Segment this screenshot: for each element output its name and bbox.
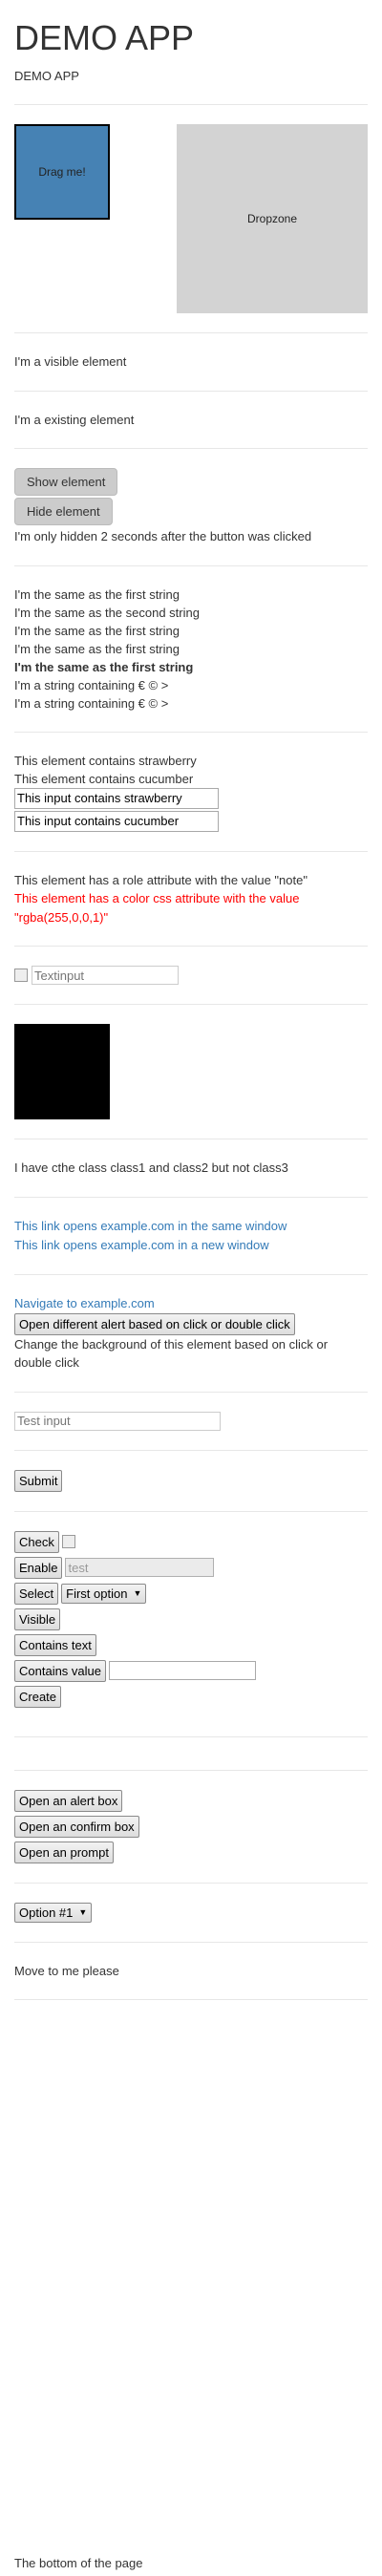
divider: [14, 1999, 368, 2001]
divider: [14, 1004, 368, 1006]
visible-element: I'm a visible element: [14, 354, 127, 370]
option-select-value: Option #1: [19, 1905, 74, 1920]
page-subtitle: DEMO APP: [14, 68, 79, 83]
divider: [14, 1391, 368, 1393]
divider: [14, 946, 368, 947]
enable-input[interactable]: [65, 1558, 215, 1578]
divider: [14, 104, 368, 106]
draggable-box[interactable]: Drag me!: [14, 124, 110, 221]
prompt-row: Open an prompt: [14, 1841, 368, 1863]
textinput-field[interactable]: [32, 966, 179, 986]
new-window-link[interactable]: This link opens example.com in a new win…: [14, 1236, 368, 1255]
enable-button[interactable]: Enable: [14, 1556, 63, 1579]
divider: [14, 448, 368, 450]
divider: [14, 1449, 368, 1451]
color-attribute-text: This element has a color css attribute w…: [14, 891, 300, 925]
dropzone-label: Dropzone: [246, 212, 298, 226]
divider: [14, 1941, 368, 1943]
check-button[interactable]: Check: [14, 1530, 59, 1553]
select-row: Select First option ▼: [14, 1582, 368, 1605]
divider: [14, 332, 368, 334]
move-target-text[interactable]: Move to me please: [14, 1962, 368, 1981]
submit-button[interactable]: Submit: [14, 1469, 63, 1492]
chevron-down-icon: ▼: [133, 1587, 142, 1598]
classes-text: I have cthe class class1 and class2 but …: [14, 1160, 288, 1176]
options-select-value: First option: [66, 1586, 128, 1601]
divider: [14, 390, 368, 392]
chevron-down-icon: ▼: [78, 1906, 88, 1917]
divider: [14, 1196, 368, 1198]
test-input[interactable]: [14, 1411, 221, 1431]
textinput-checkbox[interactable]: [14, 969, 28, 983]
page-title: DEMO APP: [14, 18, 195, 57]
change-background-text[interactable]: Change the background of this element ba…: [14, 1335, 368, 1373]
confirm-row: Open an confirm box: [14, 1815, 368, 1838]
options-select[interactable]: First option ▼: [61, 1583, 147, 1604]
show-element-button[interactable]: Show element: [14, 468, 118, 497]
string-item: I'm the same as the second string: [14, 605, 200, 620]
option-select[interactable]: Option #1 ▼: [14, 1902, 93, 1923]
string-item: I'm the same as the first string: [14, 623, 180, 638]
divider: [14, 1273, 368, 1275]
divider: [14, 564, 368, 566]
create-row: Create: [14, 1685, 368, 1708]
divider: [14, 1510, 368, 1512]
enable-row: Enable: [14, 1556, 368, 1579]
contains-value-button[interactable]: Contains value: [14, 1659, 106, 1682]
visible-row: Visible: [14, 1607, 368, 1630]
drag-and-drop-area: Drag me! Dropzone: [14, 124, 368, 314]
contains-text-row: Contains text: [14, 1633, 368, 1656]
check-row: Check: [14, 1530, 368, 1553]
divider: [14, 850, 368, 852]
create-button[interactable]: Create: [14, 1685, 62, 1708]
select-button[interactable]: Select: [14, 1582, 59, 1605]
string-item: I'm the same as the first string: [14, 586, 180, 602]
contains-section: This element contains strawberry This el…: [14, 752, 368, 788]
string-item: I'm a string containing € © >: [14, 695, 169, 711]
string-item-bold: I'm the same as the first string: [14, 659, 194, 674]
black-box: [14, 1024, 110, 1120]
cucumber-text: This element contains cucumber: [14, 771, 194, 786]
open-confirm-button[interactable]: Open an confirm box: [14, 1815, 139, 1838]
contains-value-row: Contains value: [14, 1659, 368, 1682]
hidden-after-delay-text: I'm only hidden 2 seconds after the butt…: [14, 529, 312, 544]
same-window-link[interactable]: This link opens example.com in the same …: [14, 1217, 368, 1236]
cucumber-input[interactable]: [14, 810, 219, 832]
visible-button[interactable]: Visible: [14, 1607, 61, 1630]
textinput-row: [14, 966, 368, 986]
navigate-link[interactable]: Navigate to example.com: [14, 1294, 368, 1313]
open-alert-button[interactable]: Open an alert box: [14, 1789, 123, 1812]
dropzone[interactable]: Dropzone: [177, 124, 368, 314]
draggable-label: Drag me!: [38, 165, 86, 180]
contains-value-input[interactable]: [109, 1661, 256, 1681]
check-checkbox[interactable]: [61, 1535, 75, 1549]
existing-element: I'm a existing element: [14, 412, 135, 427]
string-item: I'm the same as the first string: [14, 641, 180, 656]
strings-list: I'm the same as the first string I'm the…: [14, 585, 368, 713]
strawberry-input[interactable]: [14, 787, 219, 809]
hide-element-button[interactable]: Hide element: [14, 498, 113, 526]
strawberry-text: This element contains strawberry: [14, 753, 197, 768]
string-item: I'm a string containing € © >: [14, 677, 169, 692]
role-attribute-text: This element has a role attribute with t…: [14, 872, 308, 887]
divider: [14, 731, 368, 733]
alert-click-dblclick-button[interactable]: Open different alert based on click or d…: [14, 1312, 295, 1335]
open-prompt-button[interactable]: Open an prompt: [14, 1841, 114, 1863]
contains-text-button[interactable]: Contains text: [14, 1633, 96, 1656]
divider: [14, 1769, 368, 1771]
alert-row: Open an alert box: [14, 1789, 368, 1812]
divider: [14, 1735, 368, 1737]
divider: [14, 1882, 368, 1884]
page: DEMO APP DEMO APP Drag me! Dropzone I'm …: [0, 18, 382, 2001]
